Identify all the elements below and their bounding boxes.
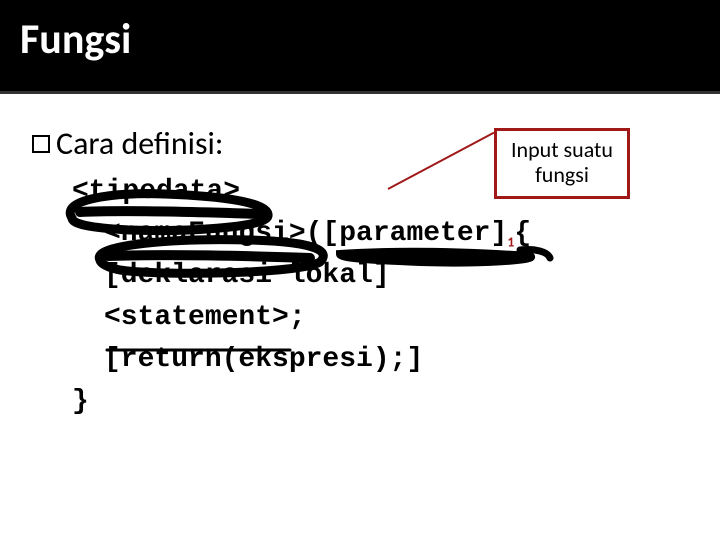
open-brace: { [514,218,531,249]
callout-line2: fungsi [511,162,613,187]
slide: Fungsi Cara definisi: <tipedata> <namaFu… [0,0,720,540]
code-block: <tipedata> <namaFungsi>([parameter]1{ [d… [72,171,700,423]
code-return: [return(ekspresi);] [104,344,423,375]
title-text: Fungsi [20,14,131,65]
code-line-4: <statement>; [72,297,700,339]
code-tipedata: <tipedata> [72,176,240,207]
code-namafungsi-part: <namaFungsi>([parameter] [104,218,507,249]
code-line-6: } [72,381,700,423]
code-deklarasi: [deklarasi lokal] [104,260,390,291]
bullet-text: Cara definisi: [56,124,223,163]
square-bullet-icon [32,135,50,153]
slide-title: Fungsi [0,0,720,94]
code-statement: <statement>; [104,302,306,333]
close-brace: } [72,386,89,417]
code-line-5: [return(ekspresi);] [72,339,700,381]
callout-line1: Input suatu [511,137,613,162]
callout-box: Input suatu fungsi [494,128,630,199]
code-line-3: [deklarasi lokal] [72,255,700,297]
code-line-2: <namaFungsi>([parameter]1{ [72,213,700,255]
